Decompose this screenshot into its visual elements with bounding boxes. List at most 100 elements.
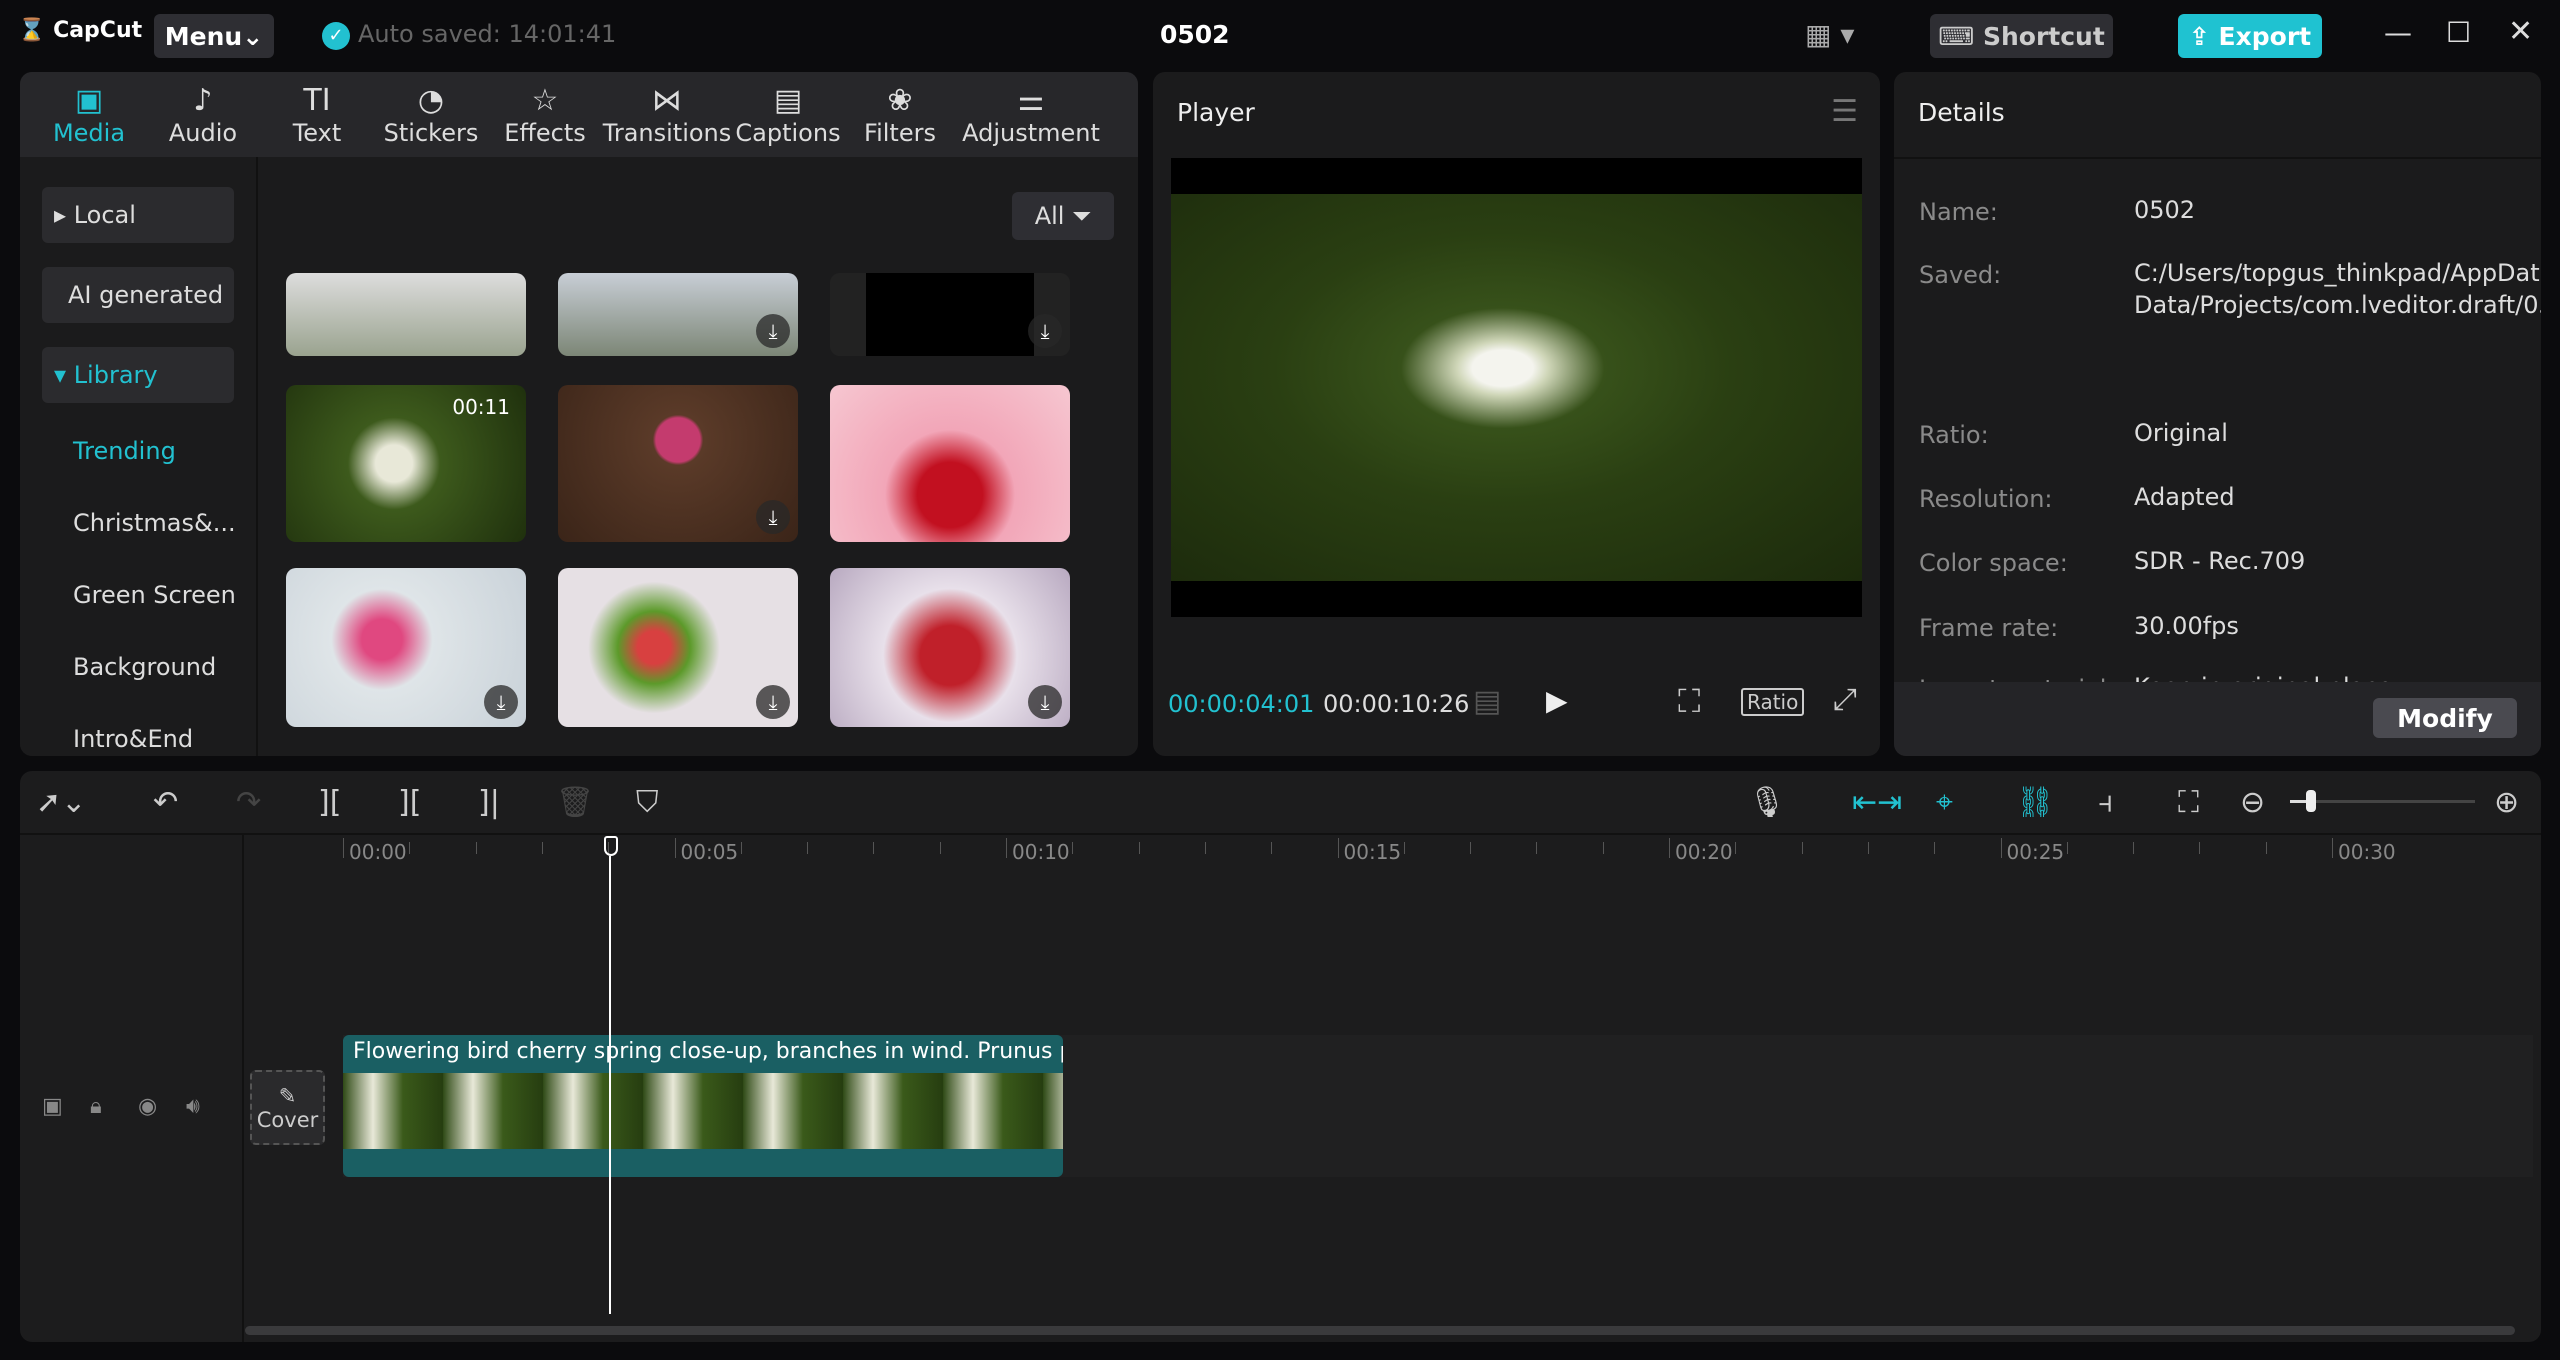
zoom-slider[interactable] <box>2290 790 2475 812</box>
ruler-tick <box>2332 838 2333 858</box>
ruler-tick <box>343 838 344 858</box>
project-title: 0502 <box>1160 20 1230 49</box>
download-icon[interactable]: ⤓ <box>756 500 790 534</box>
undo-icon[interactable]: ↶ <box>153 785 178 820</box>
zoom-slider-handle[interactable] <box>2306 790 2316 812</box>
download-icon[interactable]: ⤓ <box>756 314 790 348</box>
sidebar-christmas[interactable]: Christmas&... <box>73 509 236 537</box>
tab-filters[interactable]: ❀ Filters <box>844 72 956 157</box>
grid-icon[interactable]: ▤ <box>1473 684 1501 719</box>
menu-label: Menu <box>164 21 243 51</box>
sidebar-ai-generated[interactable]: AI generated <box>42 267 234 323</box>
play-button[interactable]: ▶ <box>1546 684 1568 717</box>
media-thumbnail[interactable]: ⤓ <box>830 568 1070 727</box>
tab-label: Adjustment <box>962 118 1100 147</box>
microphone-icon[interactable]: 🎙 <box>1748 785 1786 820</box>
media-thumbnail[interactable]: 00:11 <box>286 385 526 542</box>
playhead[interactable] <box>609 856 611 1314</box>
fullscreen-icon[interactable]: ⤢ <box>1833 682 1857 717</box>
minimize-button[interactable]: — <box>2384 16 2412 49</box>
media-thumbnail[interactable] <box>286 273 526 356</box>
playhead-handle[interactable] <box>604 836 618 856</box>
sidebar-trending[interactable]: Trending <box>73 437 176 465</box>
modify-button[interactable]: Modify <box>2373 698 2517 738</box>
horizontal-scrollbar[interactable] <box>245 1326 2515 1335</box>
tab-media[interactable]: ▣ Media <box>32 72 146 157</box>
audio-icon[interactable]: 🔊︎ <box>186 1094 200 1119</box>
tool-tabs: ▣ Media ♪ Audio TI Text ◔ Stickers ☆ Effects ⋈ Tran… <box>20 72 1138 157</box>
download-icon[interactable]: ⤓ <box>1028 685 1062 719</box>
media-icon: ▣ <box>74 82 104 118</box>
sidebar-background[interactable]: Background <box>73 653 216 681</box>
split-icon[interactable]: ][ <box>318 785 341 820</box>
ruler-tick <box>2265 842 2267 854</box>
sidebar-green-screen[interactable]: Green Screen <box>73 581 236 609</box>
close-button[interactable]: ✕ <box>2508 14 2533 49</box>
menu-button[interactable]: Menu ⌄ <box>154 14 274 58</box>
autosave-status: Auto saved: 14:01:41 <box>358 20 617 48</box>
filter-button[interactable]: All ⏷ <box>1012 192 1114 240</box>
capcut-logo: ⌛ CapCut <box>18 18 143 43</box>
ruler-tick <box>475 842 477 854</box>
tab-captions[interactable]: ▤ Captions <box>732 72 844 157</box>
media-thumbnail[interactable]: ⤓ <box>558 385 798 542</box>
main-track-magnet-icon[interactable]: ⇤⇥ <box>1852 785 1902 820</box>
adjustment-icon: ⚌ <box>1017 82 1045 118</box>
layout-icon[interactable]: ▦ ▾ <box>1805 18 1854 51</box>
screenshot-icon[interactable]: ⛶ <box>1678 682 1700 721</box>
tab-audio[interactable]: ♪ Audio <box>146 72 260 157</box>
export-button[interactable]: ⇪ Export <box>2178 14 2322 58</box>
delete-right-icon[interactable]: ]| <box>478 785 500 820</box>
tab-text[interactable]: TI Text <box>260 72 374 157</box>
detail-value: 30.00fps <box>2134 612 2239 640</box>
media-thumbnail[interactable]: ⤓ <box>830 273 1070 356</box>
tab-transitions[interactable]: ⋈ Transitions <box>602 72 732 157</box>
tab-label: Filters <box>864 118 936 147</box>
media-thumbnail[interactable] <box>830 385 1070 542</box>
lock-icon[interactable]: 🔒︎ <box>90 1094 102 1119</box>
marker-icon[interactable]: ⛉ <box>636 785 659 820</box>
ruler-tick <box>1867 842 1869 854</box>
redo-icon[interactable]: ↷ <box>236 785 261 820</box>
video-preview[interactable] <box>1171 158 1862 617</box>
select-tool-icon[interactable]: ➚⌄ <box>36 785 86 820</box>
tab-stickers[interactable]: ◔ Stickers <box>374 72 488 157</box>
detail-label: Color space: <box>1919 549 2068 577</box>
video-clip[interactable]: Flowering bird cherry spring close-up, b… <box>343 1035 1063 1177</box>
zoom-out-icon[interactable]: ⊖ <box>2240 785 2265 820</box>
zoom-in-icon[interactable]: ⊕ <box>2494 785 2519 820</box>
delete-icon[interactable]: 🗑 <box>556 785 594 820</box>
maximize-button[interactable]: ☐ <box>2446 16 2471 49</box>
cover-button[interactable]: ✎ Cover <box>250 1070 325 1145</box>
ratio-button[interactable]: Ratio <box>1741 688 1805 716</box>
tab-adjustment[interactable]: ⚌ Adjustment <box>956 72 1106 157</box>
fit-icon[interactable]: ⛶ <box>2178 785 2199 820</box>
link-icon[interactable]: ⛓ <box>2016 785 2054 820</box>
eye-icon[interactable]: ◉ <box>138 1094 157 1119</box>
ruler-tick <box>1536 842 1538 854</box>
download-icon[interactable]: ⤓ <box>484 685 518 719</box>
ai-label: AI generated <box>68 281 224 309</box>
delete-left-icon[interactable]: ][ <box>398 785 421 820</box>
sidebar-intro-end[interactable]: Intro&End <box>73 725 193 753</box>
player-menu-icon[interactable]: ☰ <box>1831 94 1858 129</box>
media-thumbnail[interactable]: ⤓ <box>558 273 798 356</box>
tab-label: Stickers <box>383 118 479 147</box>
detail-label: Resolution: <box>1919 485 2053 513</box>
detail-value: Original <box>2134 419 2228 447</box>
preview-axis-icon[interactable]: ⫞ <box>2098 785 2113 820</box>
track-video-icon[interactable]: ▣ <box>42 1094 63 1119</box>
download-icon[interactable]: ⤓ <box>1028 314 1062 348</box>
player-panel: Player ☰ 00:00:04:01 00:00:10:26 ▤ ▶ ⛶ R… <box>1153 72 1880 756</box>
download-icon[interactable]: ⤓ <box>756 685 790 719</box>
tab-label: Audio <box>168 118 238 147</box>
sidebar-library[interactable]: ▾ Library <box>42 347 234 403</box>
tab-effects[interactable]: ☆ Effects <box>488 72 602 157</box>
media-thumbnail[interactable]: ⤓ <box>286 568 526 727</box>
detail-value: Adapted <box>2134 483 2235 511</box>
sidebar-local[interactable]: ▸ Local <box>42 187 234 243</box>
shortcut-button[interactable]: ⌨ Shortcut <box>1930 14 2113 58</box>
ruler-tick <box>409 842 411 854</box>
media-thumbnail[interactable]: ⤓ <box>558 568 798 727</box>
auto-snap-icon[interactable]: ⌖ <box>1936 785 1953 820</box>
